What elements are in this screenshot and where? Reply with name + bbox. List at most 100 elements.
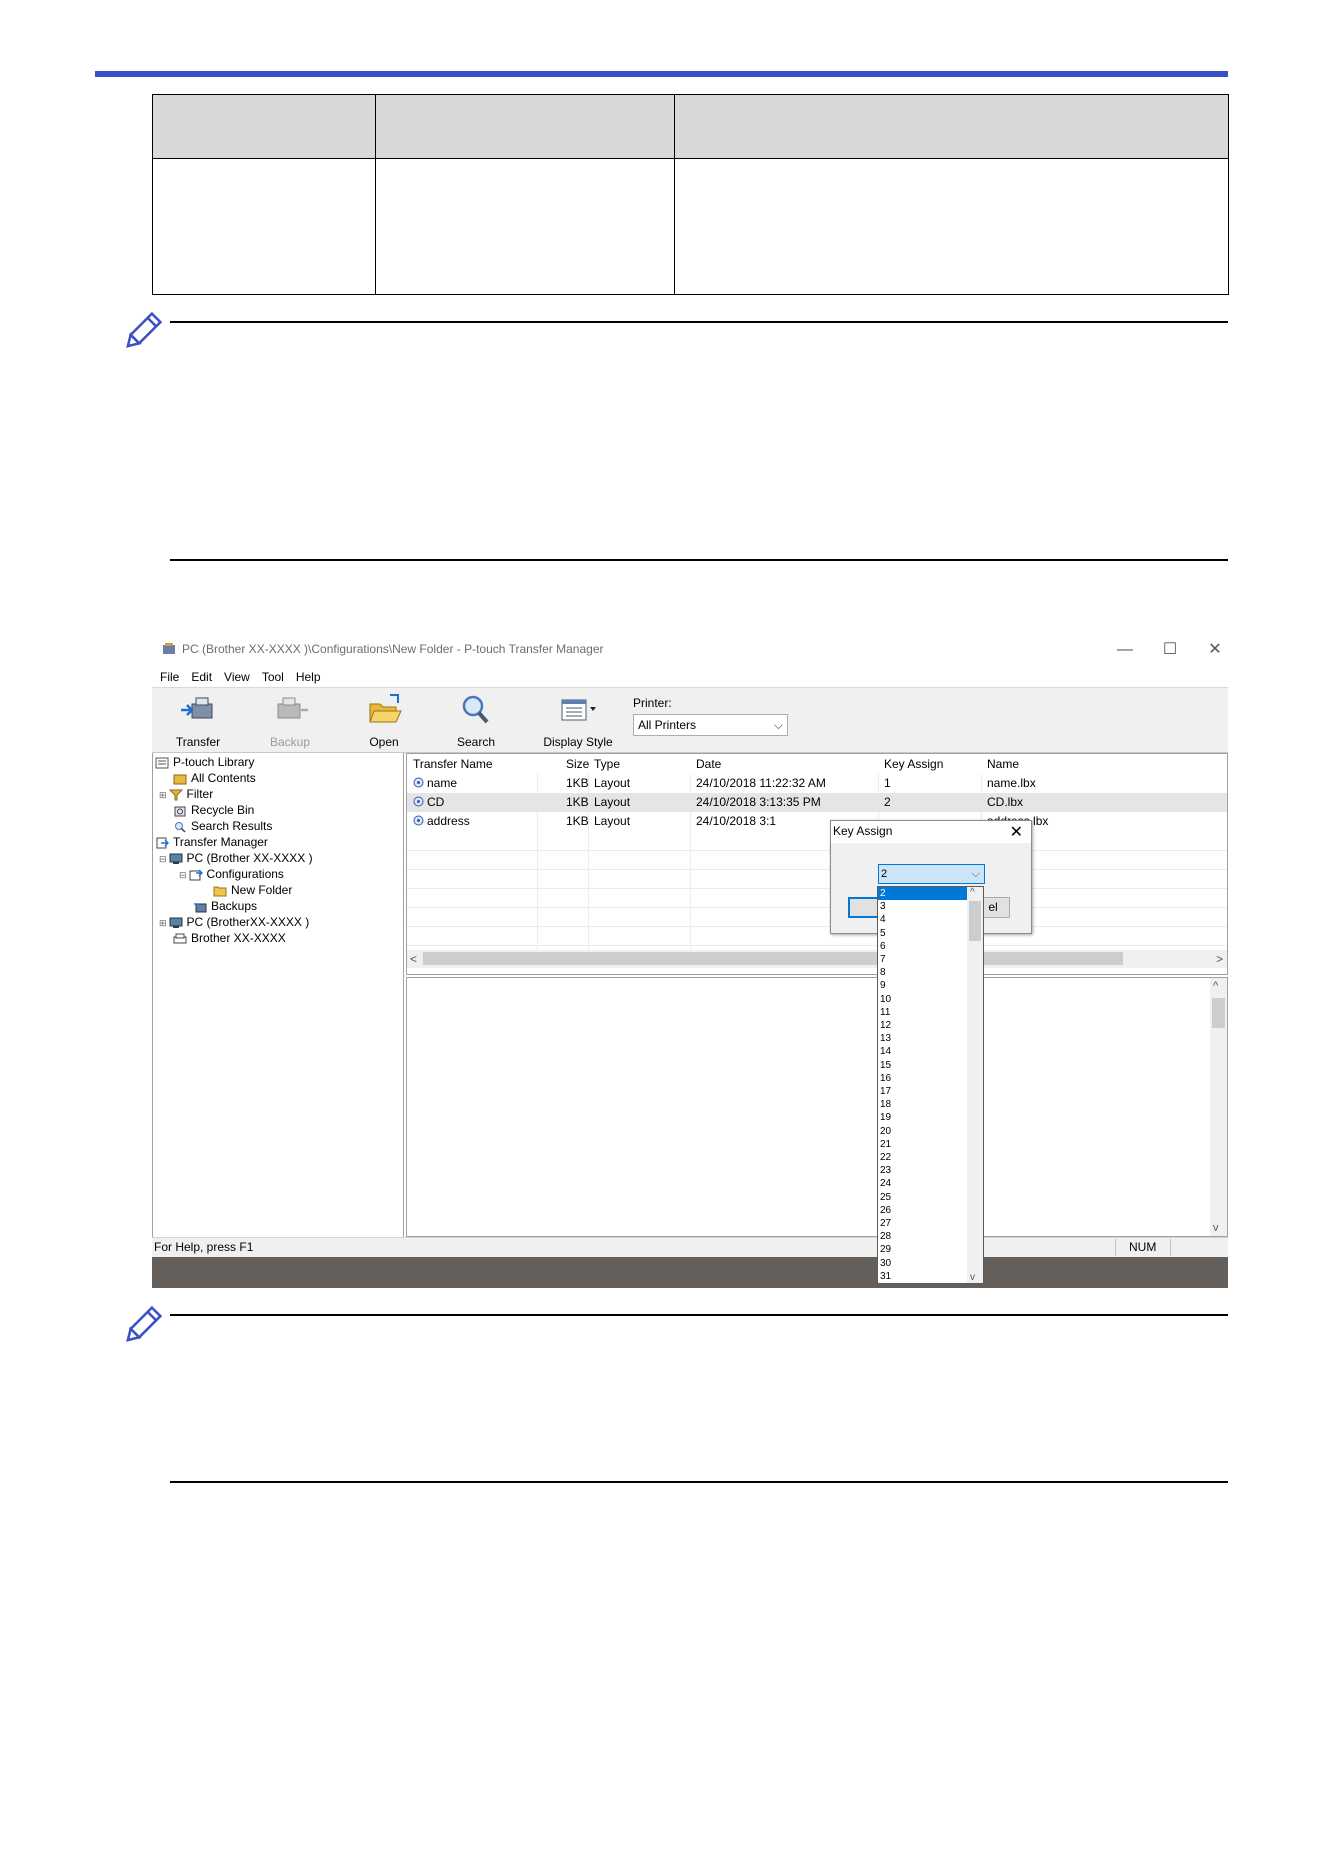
- column-size[interactable]: Size: [566, 757, 589, 771]
- dropdown-option[interactable]: 29: [878, 1243, 967, 1256]
- dropdown-option[interactable]: 30: [878, 1257, 967, 1270]
- printer-select[interactable]: All Printers ⌵: [633, 714, 788, 736]
- scroll-right-icon[interactable]: >: [1216, 950, 1223, 968]
- scroll-thumb[interactable]: [1212, 998, 1225, 1028]
- tree-label: Filter: [186, 787, 214, 801]
- dropdown-option[interactable]: 22: [878, 1151, 967, 1164]
- column-transfer-name[interactable]: Transfer Name: [413, 757, 493, 771]
- key-assign-combo[interactable]: 2 ⌵: [878, 864, 985, 884]
- dropdown-option[interactable]: 2: [878, 887, 967, 901]
- recycle-bin-icon: [174, 806, 186, 817]
- dropdown-option[interactable]: 12: [878, 1019, 967, 1032]
- configurations-icon: [189, 869, 203, 881]
- dropdown-option[interactable]: 7: [878, 953, 967, 966]
- tree-item-brother-printer[interactable]: Brother XX-XXXX: [173, 929, 286, 947]
- scroll-left-icon[interactable]: <: [410, 950, 417, 968]
- dropdown-option[interactable]: 18: [878, 1098, 967, 1111]
- menu-view[interactable]: View: [224, 667, 250, 687]
- dropdown-option[interactable]: 21: [878, 1138, 967, 1151]
- header-rule: [95, 71, 1228, 77]
- scroll-up-icon[interactable]: ^: [1213, 980, 1218, 992]
- search-icon: [462, 695, 489, 724]
- dropdown-option[interactable]: 10: [878, 993, 967, 1006]
- expand-icon[interactable]: ⊞: [159, 790, 167, 800]
- dropdown-option[interactable]: 3: [878, 900, 967, 913]
- dropdown-option[interactable]: 4: [878, 913, 967, 926]
- table-row[interactable]: name 1KB Layout 24/10/2018 11:22:32 AM 1…: [407, 774, 1227, 793]
- vertical-scrollbar[interactable]: ^ v: [1210, 978, 1227, 1236]
- chevron-down-icon: ⌵: [971, 868, 980, 880]
- menu-help[interactable]: Help: [296, 667, 321, 687]
- menu-tool[interactable]: Tool: [262, 667, 284, 687]
- backup-button[interactable]: Backup: [250, 692, 330, 749]
- open-label: Open: [369, 735, 399, 749]
- note-top-rule: [170, 1314, 1228, 1316]
- dropdown-option[interactable]: 28: [878, 1230, 967, 1243]
- minimize-button[interactable]: —: [1110, 639, 1140, 661]
- dropdown-option[interactable]: 27: [878, 1217, 967, 1230]
- collapse-icon[interactable]: ⊟: [159, 854, 167, 864]
- expand-icon[interactable]: ⊞: [159, 918, 167, 928]
- scroll-down-icon[interactable]: v: [970, 1272, 975, 1283]
- transfer-manager-icon: [156, 837, 169, 849]
- column-type[interactable]: Type: [594, 757, 620, 771]
- row-size: 1KB: [566, 814, 589, 828]
- dropdown-option[interactable]: 24: [878, 1177, 967, 1190]
- horizontal-scrollbar[interactable]: < >: [407, 950, 1227, 968]
- search-button[interactable]: Search: [436, 692, 516, 749]
- table-header-cell: [674, 94, 1229, 159]
- close-button[interactable]: ✕: [1200, 639, 1228, 661]
- dropdown-option[interactable]: 13: [878, 1032, 967, 1045]
- open-button[interactable]: Open: [344, 692, 424, 749]
- dropdown-option[interactable]: 26: [878, 1204, 967, 1217]
- dropdown-option[interactable]: 23: [878, 1164, 967, 1177]
- row-type: Layout: [594, 776, 631, 790]
- row-type: Layout: [594, 814, 631, 828]
- dropdown-option[interactable]: 8: [878, 966, 967, 979]
- dropdown-option[interactable]: 31: [878, 1270, 967, 1283]
- dropdown-option[interactable]: 9: [878, 979, 967, 992]
- dropdown-option[interactable]: 5: [878, 927, 967, 940]
- status-help-text: For Help, press F1: [154, 1240, 254, 1254]
- dropdown-option[interactable]: 20: [878, 1125, 967, 1138]
- scroll-up-icon[interactable]: ^: [970, 887, 975, 898]
- dropdown-option[interactable]: 6: [878, 940, 967, 953]
- key-assign-dropdown-list: 31 30 29 28 27 26 25 24 23 22 21 20 19 18 17 16 15 14 13 12…: [877, 886, 984, 1284]
- maximize-button[interactable]: ☐: [1155, 639, 1185, 661]
- row-date: 24/10/2018 11:22:32 AM: [696, 776, 826, 790]
- scroll-down-icon[interactable]: v: [1213, 1222, 1219, 1234]
- transfer-button[interactable]: Transfer: [158, 692, 238, 749]
- dropdown-option[interactable]: 11: [878, 1006, 967, 1019]
- dialog-close-button[interactable]: ✕: [1010, 822, 1023, 842]
- dropdown-option[interactable]: 25: [878, 1191, 967, 1204]
- desktop-background: [152, 1257, 1228, 1288]
- column-key-assign[interactable]: Key Assign: [884, 757, 943, 771]
- layout-file-icon: [413, 777, 424, 788]
- note-bottom-rule: [170, 559, 1228, 561]
- title-bar: PC (Brother XX-XXXX )\Configurations\New…: [152, 633, 1228, 667]
- row-date: 24/10/2018 3:13:35 PM: [696, 795, 821, 809]
- dropdown-scrollbar[interactable]: ^ v: [967, 887, 983, 1283]
- menu-edit[interactable]: Edit: [191, 667, 212, 687]
- app-icon: [163, 643, 175, 654]
- dropdown-option[interactable]: 15: [878, 1059, 967, 1072]
- transfer-manager-window: PC (Brother XX-XXXX )\Configurations\New…: [152, 633, 1228, 1288]
- menu-file[interactable]: File: [160, 667, 179, 687]
- table-row[interactable]: address 1KB Layout 24/10/2018 3:1 addres…: [407, 812, 1227, 831]
- scroll-thumb[interactable]: [969, 901, 981, 941]
- combo-value: 2: [881, 868, 888, 880]
- tree-label: P-touch Library: [173, 755, 255, 769]
- table-row[interactable]: CD 1KB Layout 24/10/2018 3:13:35 PM 2 CD…: [407, 793, 1227, 812]
- dropdown-option[interactable]: 17: [878, 1085, 967, 1098]
- dropdown-option[interactable]: 16: [878, 1072, 967, 1085]
- printer-label: Printer:: [633, 696, 672, 710]
- scroll-thumb[interactable]: [423, 952, 1123, 965]
- collapse-icon[interactable]: ⊟: [179, 870, 187, 880]
- dropdown-option[interactable]: 14: [878, 1045, 967, 1058]
- display-style-button[interactable]: Display Style: [528, 692, 628, 749]
- tree-label: PC (BrotherXX-XXXX ): [186, 915, 310, 929]
- dropdown-option[interactable]: 19: [878, 1111, 967, 1124]
- column-date[interactable]: Date: [696, 757, 721, 771]
- layout-file-icon: [413, 796, 424, 807]
- column-name[interactable]: Name: [987, 757, 1019, 771]
